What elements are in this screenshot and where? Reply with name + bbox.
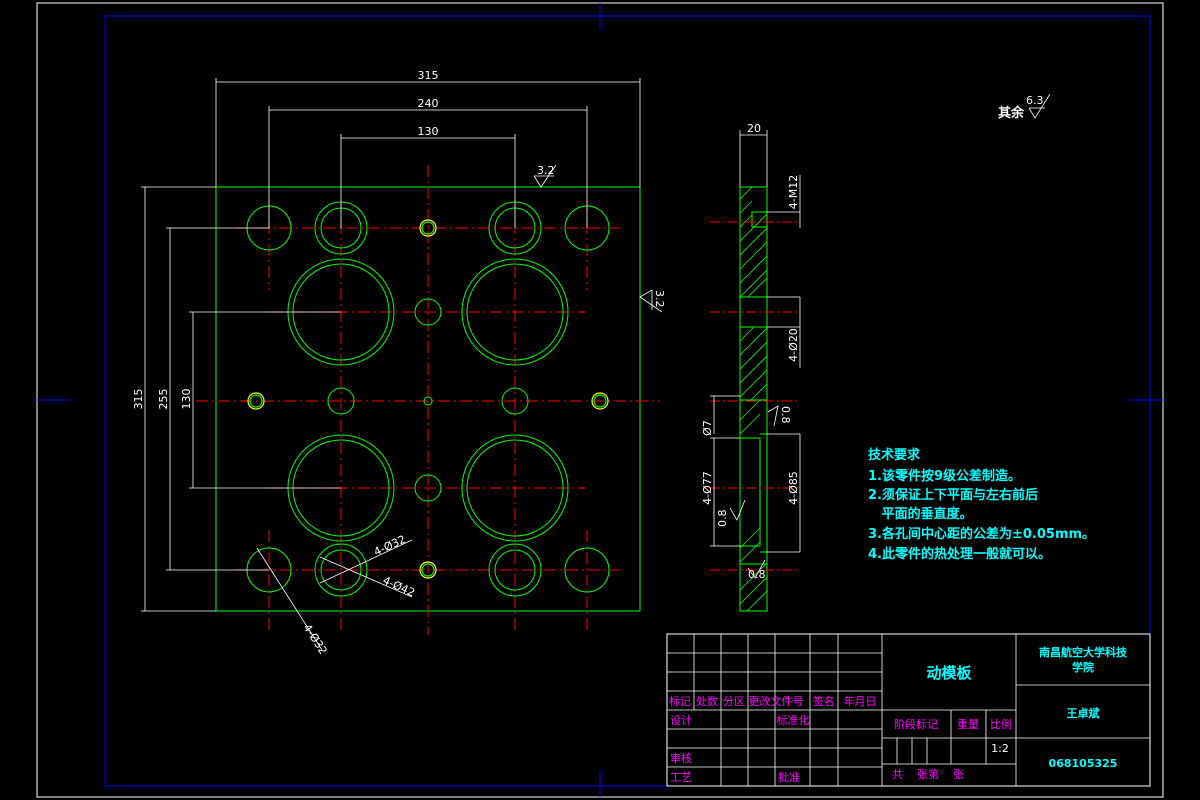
tb-label-date: 年月日	[844, 694, 877, 708]
callout-4-d42: 4-Ø42	[381, 574, 417, 600]
tb-label-standardize: 标准化	[777, 713, 810, 727]
side-dim-d20: 4-Ø20	[787, 328, 800, 362]
tb-label-sign: 签名	[813, 694, 835, 708]
callout-4-d32-b: 4-Ø32	[300, 622, 329, 657]
callout-4-d32: 4-Ø32	[372, 533, 408, 559]
dim-130-horizontal: 130	[418, 125, 439, 138]
side-rough-08-a: 0.8	[779, 406, 792, 424]
general-roughness-label: 其余	[998, 105, 1025, 121]
dim-240: 240	[418, 97, 439, 110]
title-block: 动模板 南昌航空大学科技 学院 王卓斌 068105325 1:2 标记 处数 …	[666, 633, 1151, 787]
tb-label-review: 审核	[670, 751, 692, 765]
tb-label-design: 设计	[670, 714, 692, 727]
tb-number: 068105325	[1049, 757, 1118, 770]
tech-requirements: 技术要求 1.该零件按9级公差制造。 2.须保证上下平面与左右前后 平面的垂直度…	[868, 447, 1095, 562]
tb-label-ratio: 比例	[990, 717, 1012, 731]
tb-label-sheets: 共 张第 张	[892, 767, 964, 781]
tech-req-title: 技术要求	[868, 447, 921, 463]
side-dim-d77: 4-Ø77	[701, 471, 714, 505]
side-dim-m12: 4-M12	[787, 175, 800, 209]
roughness-top-value: 3.2	[537, 164, 555, 177]
tb-label-count: 处数	[696, 695, 718, 708]
dim-315-horizontal: 315	[418, 69, 439, 82]
tb-label-mark: 标记	[669, 694, 691, 708]
centering-marks	[37, 3, 1163, 797]
tb-label-zone: 分区	[723, 695, 745, 708]
side-dim-d85: 4-Ø85	[787, 471, 800, 505]
side-dim-20: 20	[747, 122, 761, 135]
general-roughness-value: 6.3	[1026, 94, 1044, 107]
tb-school-line1: 南昌航空大学科技	[1039, 645, 1128, 659]
sheet-outer-border	[36, 2, 1164, 798]
side-hatching	[739, 186, 768, 612]
tb-author: 王卓斌	[1067, 706, 1100, 720]
dim-255: 255	[157, 389, 170, 410]
tb-part-name: 动模板	[926, 664, 972, 682]
tech-req-item-2: 2.须保证上下平面与左右前后	[868, 487, 1038, 503]
tb-scale: 1:2	[991, 742, 1009, 755]
side-dim-d7: Ø7	[701, 420, 714, 436]
tech-req-item-1: 1.该零件按9级公差制造。	[868, 468, 1021, 484]
dim-315-vertical: 315	[132, 389, 145, 410]
tech-req-item-3: 3.各孔间中心距的公差为±0.05mm。	[868, 526, 1095, 542]
tech-req-item-4: 4.此零件的热处理一般就可以。	[868, 546, 1051, 562]
tb-school-line2: 学院	[1072, 660, 1094, 674]
tb-label-stage-mark: 阶段标记	[894, 717, 938, 731]
tech-req-item-2b: 平面的垂直度。	[868, 506, 973, 522]
roughness-right-value: 3.2	[653, 290, 666, 308]
side-view: 20 4-M12 4-Ø20 Ø7 4-Ø77 4-Ø85 0.8 0.8 0.…	[701, 122, 801, 612]
side-rough-08-b: 0.8	[716, 510, 729, 528]
tb-label-approve: 批准	[778, 770, 800, 784]
tb-label-process: 工艺	[670, 771, 692, 784]
tb-label-weight: 重量	[957, 717, 979, 731]
cad-drawing-canvas: 315 240 130 315 255 130 3.2 3.2 4-Ø32 4-…	[36, 2, 1164, 798]
top-view: 315 240 130 315 255 130 3.2 3.2 4-Ø32 4-…	[132, 69, 666, 657]
dim-130-vertical: 130	[180, 389, 193, 410]
tb-label-change-doc: 更改文件号	[749, 694, 804, 708]
side-rough-08-c: 0.8	[748, 568, 766, 581]
